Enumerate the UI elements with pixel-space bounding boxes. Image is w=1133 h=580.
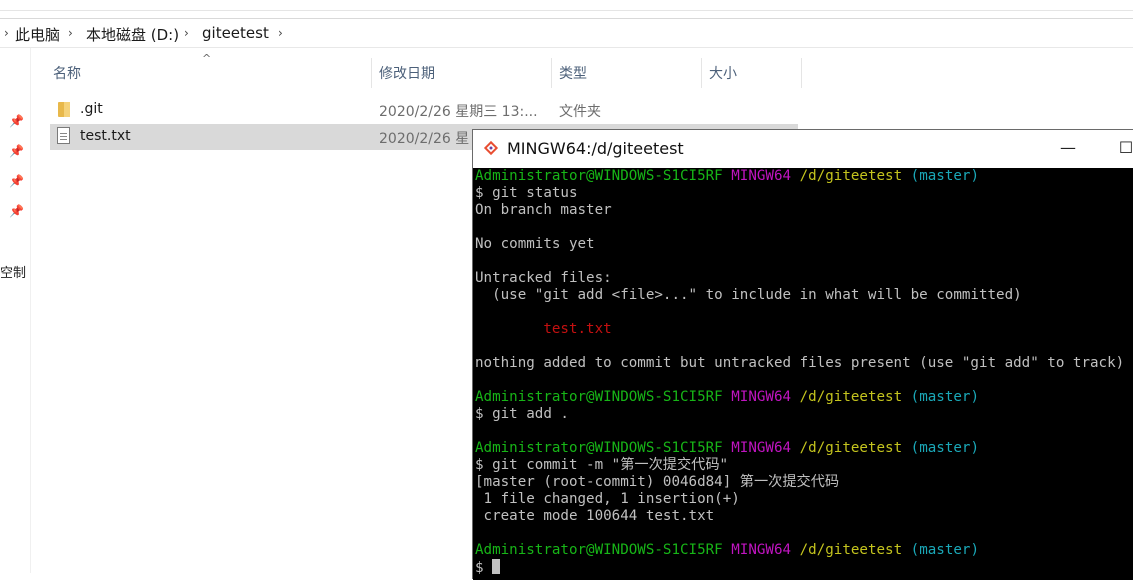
prompt-line: Administrator@WINDOWS-S1CI5RF MINGW64 /d… <box>475 168 979 184</box>
breadcrumb-drive-d[interactable]: 本地磁盘 (D:) <box>86 24 179 45</box>
column-header-size[interactable]: 大小 <box>705 58 802 88</box>
navigation-pane: 📌 📌 📌 📌 <box>0 48 31 573</box>
command-line: $ git add . <box>475 406 569 422</box>
command-line: $ git status <box>475 185 578 201</box>
pin-icon[interactable]: 📌 <box>9 114 24 128</box>
file-name: test.txt <box>80 128 131 144</box>
output-line: 1 file changed, 1 insertion(+) <box>475 491 740 507</box>
pin-icon[interactable]: 📌 <box>9 204 24 218</box>
file-type: 文件夹 <box>559 104 601 120</box>
text-file-icon <box>57 127 70 144</box>
output-line: Untracked files: <box>475 270 612 286</box>
minimize-button[interactable]: — <box>1053 134 1083 162</box>
output-line: On branch master <box>475 202 612 218</box>
untracked-file-line: test.txt <box>475 321 612 337</box>
terminal-title: MINGW64:/d/giteetest <box>507 139 684 158</box>
output-line: nothing added to commit but untracked fi… <box>475 355 1125 371</box>
command-input-line[interactable]: $ <box>475 559 501 576</box>
chevron-right-icon[interactable]: › <box>184 26 189 40</box>
text-cursor <box>492 559 501 574</box>
pin-icon[interactable]: 📌 <box>9 144 24 158</box>
output-line: [master (root-commit) 0046d84] 第一次提交代码 <box>475 474 840 490</box>
folder-icon <box>58 102 70 117</box>
address-bar[interactable]: › 此电脑 › 本地磁盘 (D:) › giteetest › <box>0 18 1133 48</box>
file-name: .git <box>80 101 103 117</box>
nav-item-label[interactable]: 空制 <box>0 262 26 281</box>
column-header-name[interactable]: 名称 <box>49 58 372 88</box>
breadcrumb-giteetest[interactable]: giteetest <box>202 24 269 42</box>
breadcrumb-this-pc[interactable]: 此电脑 <box>15 24 60 45</box>
prompt-line: Administrator@WINDOWS-S1CI5RF MINGW64 /d… <box>475 389 979 405</box>
chevron-right-icon[interactable]: › <box>68 26 73 40</box>
command-line: $ git commit -m "第一次提交代码" <box>475 457 729 473</box>
file-row[interactable]: .git 2020/2/26 星期三 13:... 文件夹 <box>50 97 798 123</box>
column-header-modified[interactable]: 修改日期 <box>375 58 552 88</box>
chevron-right-icon[interactable]: › <box>4 26 9 40</box>
pin-icon[interactable]: 📌 <box>9 174 24 188</box>
column-header-type[interactable]: 类型 <box>555 58 702 88</box>
prompt-line: Administrator@WINDOWS-S1CI5RF MINGW64 /d… <box>475 440 979 456</box>
prompt-line: Administrator@WINDOWS-S1CI5RF MINGW64 /d… <box>475 542 979 558</box>
terminal-output[interactable]: Administrator@WINDOWS-S1CI5RF MINGW64 /d… <box>473 168 1133 580</box>
mingw64-terminal-window[interactable]: MINGW64:/d/giteetest — ☐ Administrator@W… <box>472 129 1133 580</box>
output-line: (use "git add <file>..." to include in w… <box>475 287 1022 303</box>
output-line: No commits yet <box>475 236 595 252</box>
output-line: create mode 100644 test.txt <box>475 508 715 524</box>
file-modified: 2020/2/26 星期三 13:... <box>379 104 538 120</box>
maximize-button[interactable]: ☐ <box>1111 134 1133 162</box>
file-modified: 2020/2/26 星 <box>379 131 470 147</box>
terminal-title-bar[interactable]: MINGW64:/d/giteetest — ☐ <box>473 130 1133 168</box>
git-logo-icon <box>483 140 499 156</box>
chevron-right-icon[interactable]: › <box>278 26 283 40</box>
ribbon-strip <box>0 0 1133 11</box>
